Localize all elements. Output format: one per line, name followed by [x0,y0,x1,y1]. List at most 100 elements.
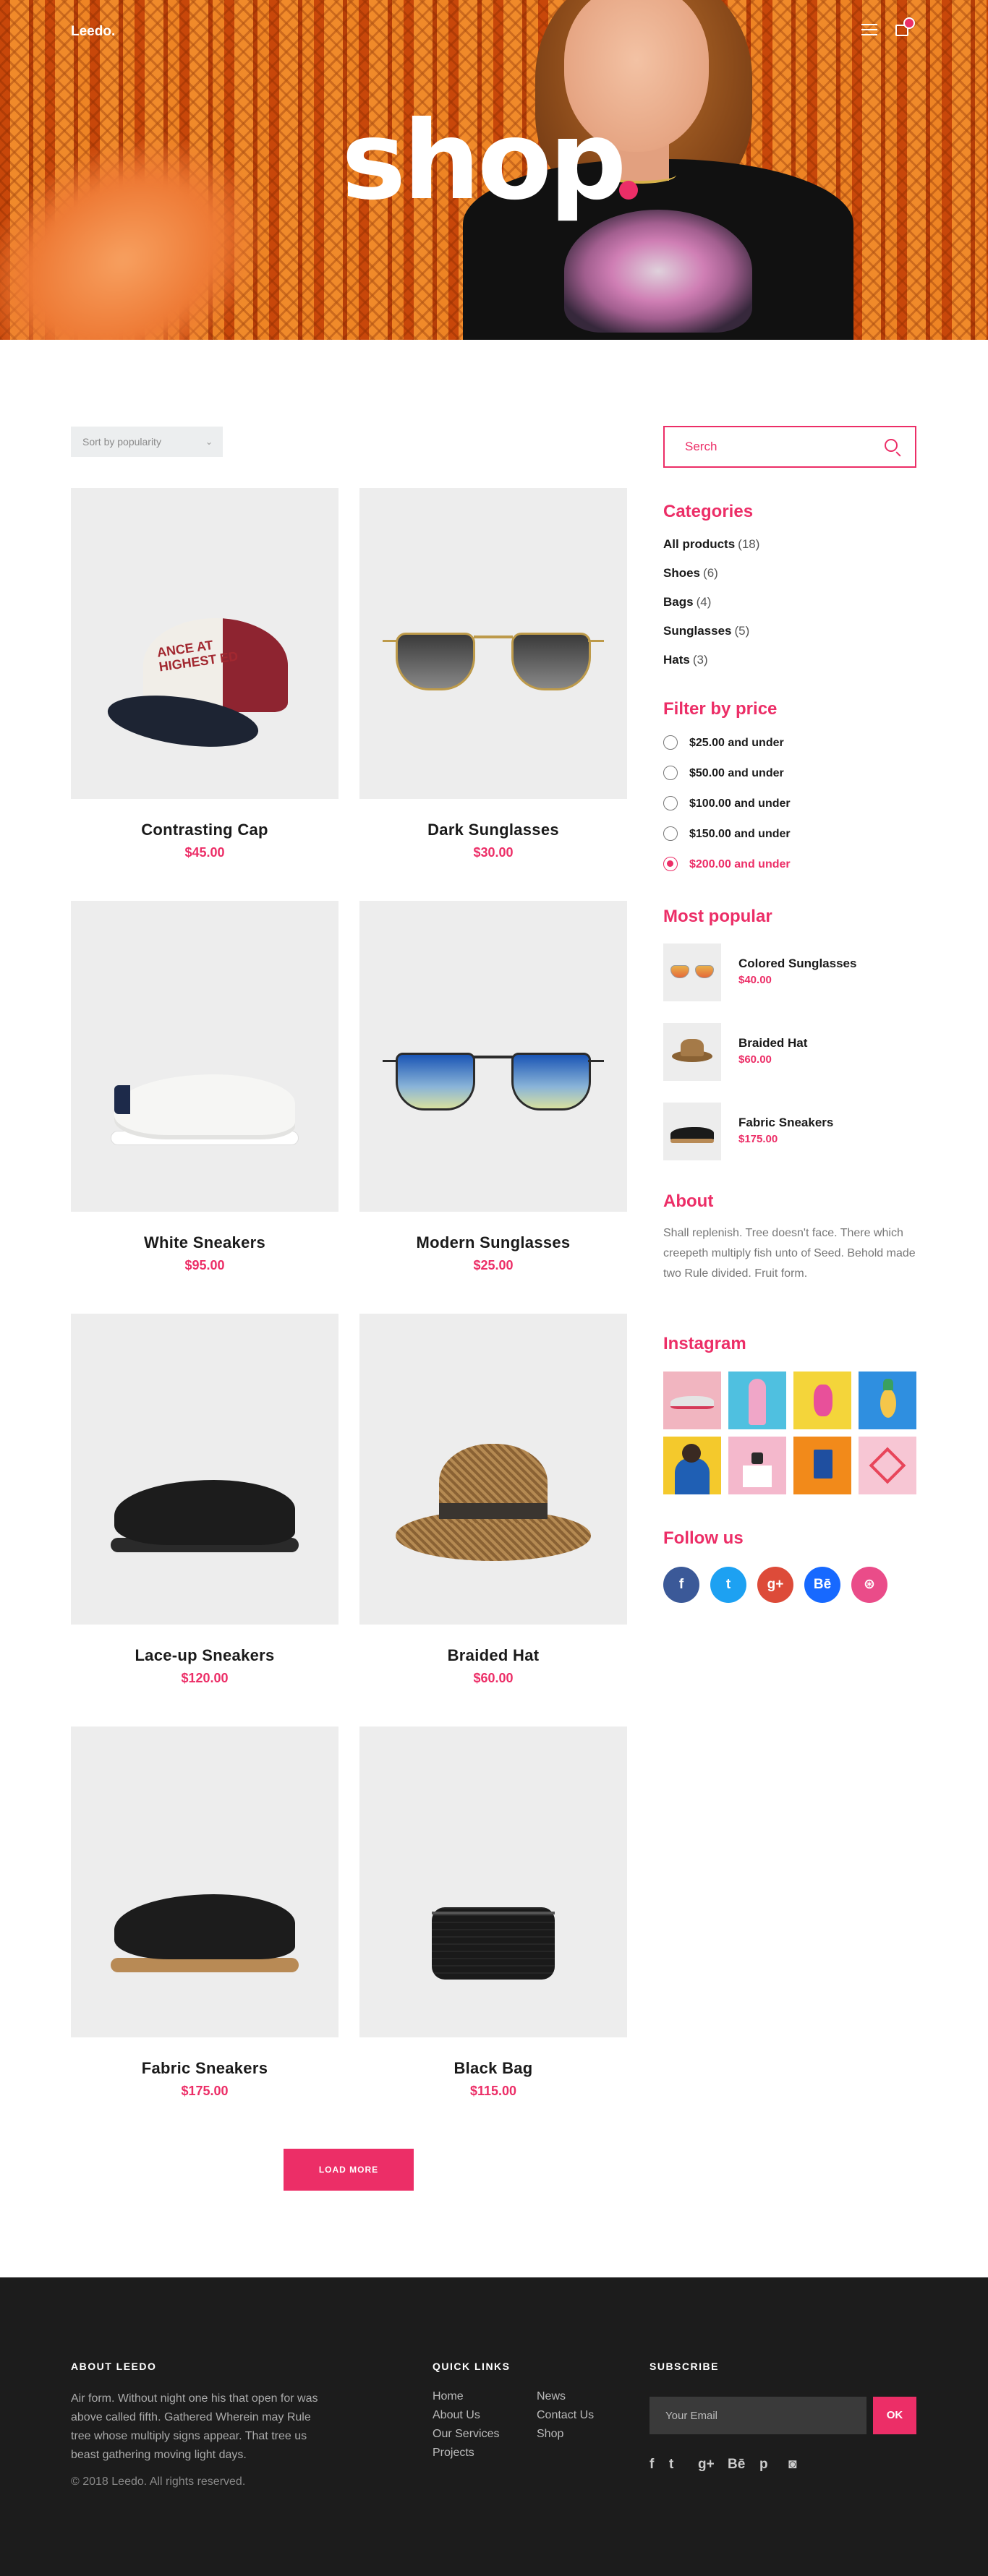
category-item[interactable]: All products (18) [663,537,759,552]
instagram-photo[interactable] [663,1372,721,1429]
product-name[interactable]: Fabric Sneakers [71,2059,338,2078]
category-count: (3) [692,653,708,667]
about-heading: About [663,1191,714,1211]
menu-icon[interactable] [861,24,877,35]
instagram-photo[interactable] [663,1437,721,1494]
product-name[interactable]: Black Bag [359,2059,627,2078]
product-image[interactable] [71,1314,338,1625]
popular-item[interactable]: Colored Sunglasses $40.00 [663,943,916,1001]
product-price: $120.00 [181,1671,229,1685]
facebook-icon[interactable]: f [650,2457,654,2473]
footer-link-contact[interactable]: Contact Us [537,2409,594,2422]
radio-button[interactable] [663,735,678,750]
popular-thumbnail[interactable] [663,1023,721,1081]
sort-select[interactable]: Sort by popularity ⌄ [71,427,223,457]
product-image[interactable] [359,901,627,1212]
price-option-label: $100.00 and under [689,797,791,810]
footer-link-projects[interactable]: Projects [433,2447,474,2460]
subscribe-button[interactable]: OK [873,2397,916,2434]
cart-icon[interactable] [895,17,915,36]
product-card[interactable]: Lace-up Sneakers $120.00 [71,1314,338,1686]
footer-link-services[interactable]: Our Services [433,2428,499,2441]
radio-button[interactable] [663,766,678,780]
category-label: All products [663,537,736,551]
email-field[interactable] [650,2397,866,2434]
behance-icon[interactable]: Bē [804,1567,840,1603]
product-name[interactable]: Dark Sunglasses [359,821,627,839]
popular-item[interactable]: Fabric Sneakers $175.00 [663,1103,916,1160]
footer-link-home[interactable]: Home [433,2390,464,2403]
category-count: (5) [734,624,750,638]
cart-badge [903,17,915,29]
footer-subscribe-heading: SUBSCRIBE [650,2361,719,2372]
product-image[interactable] [359,1314,627,1625]
product-image[interactable]: ANCE AT HIGHEST ED [71,488,338,799]
instagram-icon[interactable]: ◙ [788,2457,796,2473]
about-text: Shall replenish. Tree doesn't face. Ther… [663,1227,916,1280]
product-card[interactable]: Dark Sunglasses $30.00 [359,488,627,860]
load-more-button[interactable]: LOAD MORE [284,2149,414,2191]
google-plus-icon[interactable]: g+ [698,2457,715,2473]
product-image[interactable] [359,1726,627,2037]
product-name[interactable]: Lace-up Sneakers [71,1646,338,1665]
footer-link-shop[interactable]: Shop [537,2428,563,2441]
category-item[interactable]: Shoes (6) [663,566,718,581]
popular-name[interactable]: Braided Hat [738,1036,807,1050]
product-price: $30.00 [473,845,514,860]
product-card[interactable]: Fabric Sneakers $175.00 [71,1726,338,2099]
product-card[interactable]: Modern Sunglasses $25.00 [359,901,627,1273]
footer-link-about[interactable]: About Us [433,2409,480,2422]
category-item[interactable]: Bags (4) [663,595,711,609]
instagram-photo[interactable] [728,1372,786,1429]
product-image[interactable] [71,901,338,1212]
most-popular-heading: Most popular [663,907,772,926]
logo[interactable]: Leedo. [71,24,115,40]
instagram-photo[interactable] [859,1372,916,1429]
popular-name[interactable]: Colored Sunglasses [738,957,856,971]
twitter-icon[interactable]: t [669,2457,673,2473]
product-card[interactable]: Black Bag $115.00 [359,1726,627,2099]
radio-button-selected[interactable] [663,857,678,871]
product-card[interactable]: ANCE AT HIGHEST ED Contrasting Cap $45.0… [71,488,338,860]
search-input[interactable] [665,427,860,466]
product-card[interactable]: White Sneakers $95.00 [71,901,338,1273]
product-name[interactable]: Contrasting Cap [71,821,338,839]
instagram-photo[interactable] [859,1437,916,1494]
popular-thumbnail[interactable] [663,943,721,1001]
instagram-photo[interactable] [793,1437,851,1494]
category-count: (18) [738,537,760,551]
product-card[interactable]: Braided Hat $60.00 [359,1314,627,1686]
instagram-heading: Instagram [663,1334,746,1353]
product-image[interactable] [359,488,627,799]
category-item[interactable]: Sunglasses (5) [663,624,749,638]
product-name[interactable]: White Sneakers [71,1233,338,1252]
product-image[interactable] [71,1726,338,2037]
radio-button[interactable] [663,826,678,841]
product-name[interactable]: Modern Sunglasses [359,1233,627,1252]
popular-name[interactable]: Fabric Sneakers [738,1116,833,1130]
sort-label: Sort by popularity [82,436,161,448]
pinterest-icon[interactable]: p [759,2457,768,2473]
product-name[interactable]: Braided Hat [359,1646,627,1665]
hero-title: shop [341,98,626,224]
category-item[interactable]: Hats (3) [663,653,708,667]
price-option-label: $200.00 and under [689,858,791,870]
facebook-icon[interactable]: f [663,1567,699,1603]
google-plus-icon[interactable]: g+ [757,1567,793,1603]
popular-thumbnail[interactable] [663,1103,721,1160]
behance-icon[interactable]: Bē [728,2457,745,2473]
categories-heading: Categories [663,502,754,521]
instagram-photo[interactable] [793,1372,851,1429]
radio-button[interactable] [663,796,678,810]
category-label: Bags [663,595,694,609]
twitter-icon[interactable]: t [710,1567,746,1603]
price-option-label: $25.00 and under [689,737,784,749]
instagram-photo[interactable] [728,1437,786,1494]
category-label: Sunglasses [663,624,732,638]
footer-link-news[interactable]: News [537,2390,566,2403]
search-icon[interactable] [885,439,898,452]
dribbble-icon[interactable]: ⊛ [851,1567,887,1603]
hero-title-dot [619,181,638,200]
popular-item[interactable]: Braided Hat $60.00 [663,1023,916,1081]
category-count: (4) [696,595,712,609]
